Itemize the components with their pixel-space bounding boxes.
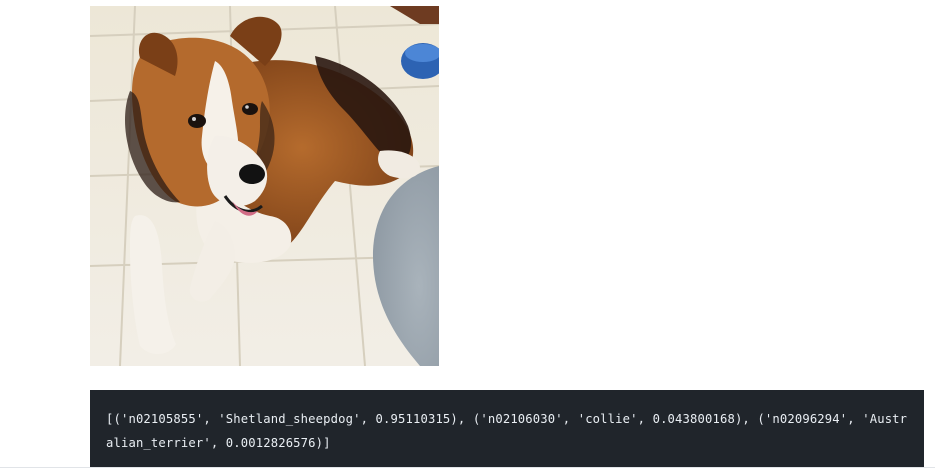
prediction-output-text: [('n02105855', 'Shetland_sheepdog', 0.95…: [106, 412, 908, 450]
bottom-divider: [0, 467, 935, 468]
dog-photo: [90, 6, 439, 366]
output-code-block: [('n02105855', 'Shetland_sheepdog', 0.95…: [90, 390, 924, 467]
